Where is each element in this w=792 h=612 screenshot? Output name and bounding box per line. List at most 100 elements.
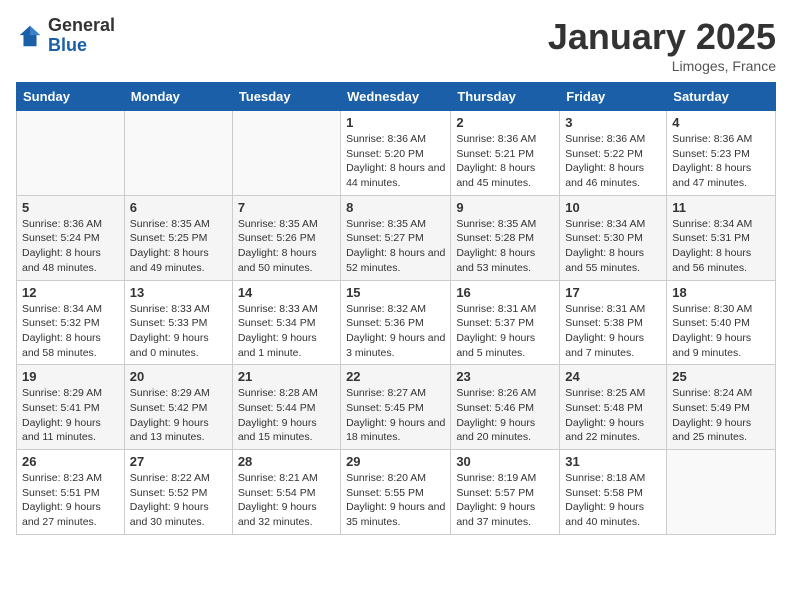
calendar-cell: 12 Sunrise: 8:34 AM Sunset: 5:32 PM Dayli… [17, 280, 125, 365]
day-number: 3 [565, 115, 661, 130]
day-info: Sunrise: 8:34 AM Sunset: 5:30 PM Dayligh… [565, 217, 661, 276]
day-info: Sunrise: 8:35 AM Sunset: 5:26 PM Dayligh… [238, 217, 335, 276]
day-info: Sunrise: 8:26 AM Sunset: 5:46 PM Dayligh… [456, 386, 554, 445]
day-number: 6 [130, 200, 227, 215]
logo-blue-text: Blue [48, 36, 115, 56]
calendar-cell: 28 Sunrise: 8:21 AM Sunset: 5:54 PM Dayli… [232, 450, 340, 535]
day-of-week-header: Wednesday [341, 83, 451, 111]
day-number: 17 [565, 285, 661, 300]
day-number: 24 [565, 369, 661, 384]
calendar-cell: 6 Sunrise: 8:35 AM Sunset: 5:25 PM Daylig… [124, 195, 232, 280]
day-info: Sunrise: 8:34 AM Sunset: 5:31 PM Dayligh… [672, 217, 770, 276]
day-number: 20 [130, 369, 227, 384]
day-info: Sunrise: 8:36 AM Sunset: 5:21 PM Dayligh… [456, 132, 554, 191]
calendar-cell [667, 450, 776, 535]
location-text: Limoges, France [548, 58, 776, 74]
calendar-cell: 31 Sunrise: 8:18 AM Sunset: 5:58 PM Dayli… [560, 450, 667, 535]
calendar-cell: 15 Sunrise: 8:32 AM Sunset: 5:36 PM Dayli… [341, 280, 451, 365]
calendar-cell: 29Sunrise: 8:20 AM Sunset: 5:55 PM Dayli… [341, 450, 451, 535]
calendar-cell: 25 Sunrise: 8:24 AM Sunset: 5:49 PM Dayli… [667, 365, 776, 450]
day-number: 10 [565, 200, 661, 215]
day-info: Sunrise: 8:27 AM Sunset: 5:45 PM Dayligh… [346, 386, 445, 445]
calendar-cell: 18Sunrise: 8:30 AM Sunset: 5:40 PM Dayli… [667, 280, 776, 365]
calendar-week-row: 19 Sunrise: 8:29 AM Sunset: 5:41 PM Dayli… [17, 365, 776, 450]
day-info: Sunrise: 8:32 AM Sunset: 5:36 PM Dayligh… [346, 302, 445, 361]
calendar-cell [124, 111, 232, 196]
day-number: 1 [346, 115, 445, 130]
day-info: Sunrise: 8:36 AM Sunset: 5:20 PM Dayligh… [346, 132, 445, 191]
calendar-cell: 19 Sunrise: 8:29 AM Sunset: 5:41 PM Dayli… [17, 365, 125, 450]
calendar-cell: 13 Sunrise: 8:33 AM Sunset: 5:33 PM Dayli… [124, 280, 232, 365]
day-number: 7 [238, 200, 335, 215]
day-info: Sunrise: 8:36 AM Sunset: 5:22 PM Dayligh… [565, 132, 661, 191]
logo-general-text: General [48, 16, 115, 36]
page-header: General Blue January 2025 Limoges, Franc… [16, 16, 776, 74]
day-number: 14 [238, 285, 335, 300]
day-number: 16 [456, 285, 554, 300]
day-of-week-header: Saturday [667, 83, 776, 111]
day-info: Sunrise: 8:35 AM Sunset: 5:27 PM Dayligh… [346, 217, 445, 276]
calendar-cell: 23Sunrise: 8:26 AM Sunset: 5:46 PM Dayli… [451, 365, 560, 450]
day-number: 21 [238, 369, 335, 384]
day-info: Sunrise: 8:36 AM Sunset: 5:23 PM Dayligh… [672, 132, 770, 191]
calendar-cell: 24 Sunrise: 8:25 AM Sunset: 5:48 PM Dayli… [560, 365, 667, 450]
calendar-cell [17, 111, 125, 196]
day-number: 2 [456, 115, 554, 130]
day-number: 13 [130, 285, 227, 300]
calendar-cell: 14 Sunrise: 8:33 AM Sunset: 5:34 PM Dayli… [232, 280, 340, 365]
day-info: Sunrise: 8:31 AM Sunset: 5:37 PM Dayligh… [456, 302, 554, 361]
day-number: 8 [346, 200, 445, 215]
month-title: January 2025 [548, 16, 776, 58]
day-info: Sunrise: 8:33 AM Sunset: 5:33 PM Dayligh… [130, 302, 227, 361]
day-number: 19 [22, 369, 119, 384]
calendar-cell: 26Sunrise: 8:23 AM Sunset: 5:51 PM Dayli… [17, 450, 125, 535]
calendar-header-row: SundayMondayTuesdayWednesdayThursdayFrid… [17, 83, 776, 111]
day-number: 28 [238, 454, 335, 469]
logo-icon [16, 22, 44, 50]
day-info: Sunrise: 8:24 AM Sunset: 5:49 PM Dayligh… [672, 386, 770, 445]
day-info: Sunrise: 8:33 AM Sunset: 5:34 PM Dayligh… [238, 302, 335, 361]
calendar-week-row: 1 Sunrise: 8:36 AM Sunset: 5:20 PM Daylig… [17, 111, 776, 196]
day-number: 29 [346, 454, 445, 469]
day-number: 31 [565, 454, 661, 469]
day-info: Sunrise: 8:29 AM Sunset: 5:42 PM Dayligh… [130, 386, 227, 445]
day-number: 15 [346, 285, 445, 300]
calendar-cell: 5Sunrise: 8:36 AM Sunset: 5:24 PM Daylig… [17, 195, 125, 280]
day-info: Sunrise: 8:18 AM Sunset: 5:58 PM Dayligh… [565, 471, 661, 530]
calendar-cell: 1 Sunrise: 8:36 AM Sunset: 5:20 PM Daylig… [341, 111, 451, 196]
calendar-cell: 20 Sunrise: 8:29 AM Sunset: 5:42 PM Dayli… [124, 365, 232, 450]
day-number: 22 [346, 369, 445, 384]
calendar-cell: 10 Sunrise: 8:34 AM Sunset: 5:30 PM Dayli… [560, 195, 667, 280]
calendar-cell: 21Sunrise: 8:28 AM Sunset: 5:44 PM Dayli… [232, 365, 340, 450]
logo-text: General Blue [48, 16, 115, 56]
day-info: Sunrise: 8:34 AM Sunset: 5:32 PM Dayligh… [22, 302, 119, 361]
day-info: Sunrise: 8:35 AM Sunset: 5:28 PM Dayligh… [456, 217, 554, 276]
day-info: Sunrise: 8:29 AM Sunset: 5:41 PM Dayligh… [22, 386, 119, 445]
day-of-week-header: Thursday [451, 83, 560, 111]
day-of-week-header: Monday [124, 83, 232, 111]
calendar-cell: 11Sunrise: 8:34 AM Sunset: 5:31 PM Dayli… [667, 195, 776, 280]
logo: General Blue [16, 16, 115, 56]
calendar-week-row: 5Sunrise: 8:36 AM Sunset: 5:24 PM Daylig… [17, 195, 776, 280]
calendar-cell: 16 Sunrise: 8:31 AM Sunset: 5:37 PM Dayli… [451, 280, 560, 365]
day-number: 26 [22, 454, 119, 469]
calendar-cell: 8 Sunrise: 8:35 AM Sunset: 5:27 PM Daylig… [341, 195, 451, 280]
title-block: January 2025 Limoges, France [548, 16, 776, 74]
calendar-cell: 30Sunrise: 8:19 AM Sunset: 5:57 PM Dayli… [451, 450, 560, 535]
day-number: 9 [456, 200, 554, 215]
day-info: Sunrise: 8:36 AM Sunset: 5:24 PM Dayligh… [22, 217, 119, 276]
calendar-cell: 2 Sunrise: 8:36 AM Sunset: 5:21 PM Daylig… [451, 111, 560, 196]
calendar-cell: 27Sunrise: 8:22 AM Sunset: 5:52 PM Dayli… [124, 450, 232, 535]
day-number: 25 [672, 369, 770, 384]
day-info: Sunrise: 8:25 AM Sunset: 5:48 PM Dayligh… [565, 386, 661, 445]
day-info: Sunrise: 8:22 AM Sunset: 5:52 PM Dayligh… [130, 471, 227, 530]
calendar-table: SundayMondayTuesdayWednesdayThursdayFrid… [16, 82, 776, 535]
calendar-week-row: 12 Sunrise: 8:34 AM Sunset: 5:32 PM Dayli… [17, 280, 776, 365]
day-info: Sunrise: 8:35 AM Sunset: 5:25 PM Dayligh… [130, 217, 227, 276]
day-info: Sunrise: 8:19 AM Sunset: 5:57 PM Dayligh… [456, 471, 554, 530]
day-of-week-header: Sunday [17, 83, 125, 111]
day-number: 12 [22, 285, 119, 300]
day-info: Sunrise: 8:30 AM Sunset: 5:40 PM Dayligh… [672, 302, 770, 361]
day-info: Sunrise: 8:31 AM Sunset: 5:38 PM Dayligh… [565, 302, 661, 361]
day-info: Sunrise: 8:21 AM Sunset: 5:54 PM Dayligh… [238, 471, 335, 530]
